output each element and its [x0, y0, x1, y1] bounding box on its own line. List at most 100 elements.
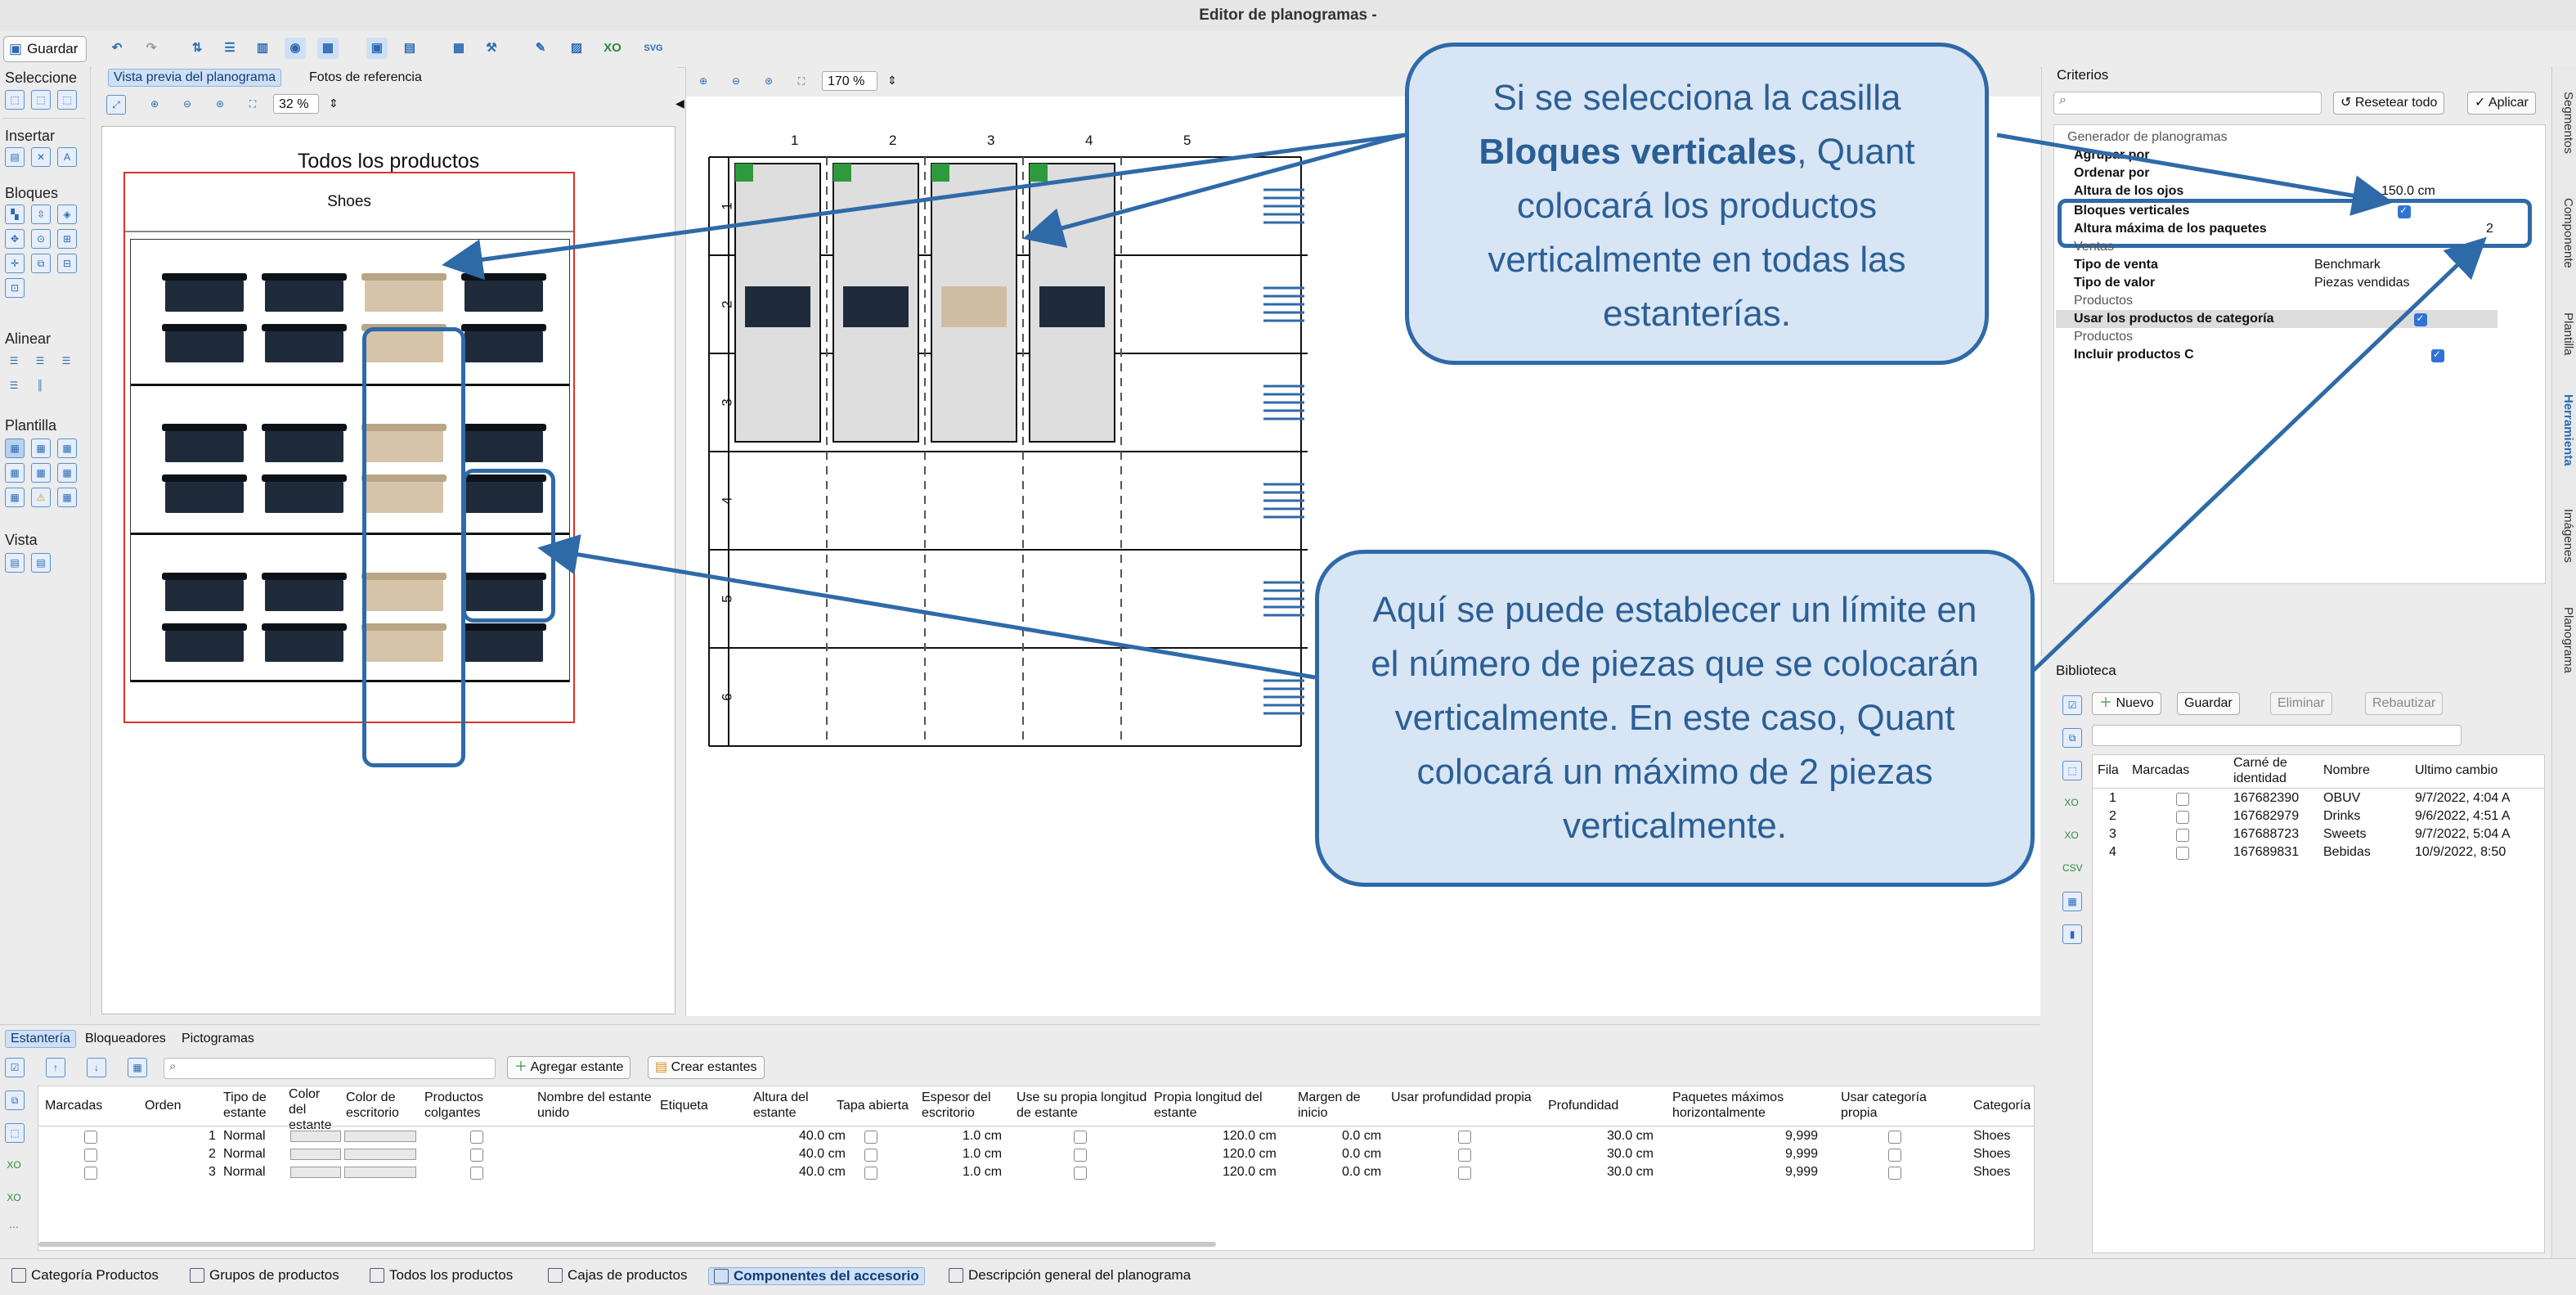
- preview-zoom-field[interactable]: 32 %: [273, 94, 319, 114]
- library-row[interactable]: 4 167689831 Bebidas 10/9/2022, 8:50: [2093, 845, 2544, 861]
- product-box[interactable]: [262, 424, 347, 462]
- tab-reference-photos[interactable]: Fotos de referencia: [309, 70, 422, 85]
- block-extra-icon[interactable]: ⊡: [5, 278, 25, 298]
- library-delete-button[interactable]: Eliminar: [2270, 692, 2332, 715]
- shelf-own-depth-checkbox[interactable]: [1458, 1131, 1471, 1144]
- product-box[interactable]: [262, 474, 347, 513]
- svg-export-icon[interactable]: SVG: [643, 38, 664, 59]
- shelf-color-swatch[interactable]: [290, 1131, 341, 1142]
- rows-icon[interactable]: ☰: [219, 38, 240, 59]
- create-shelves-button[interactable]: ▤ Crear estantes: [648, 1056, 765, 1079]
- align-columns-icon[interactable]: ║: [31, 376, 49, 394]
- use-category-products-checkbox[interactable]: [2414, 313, 2428, 326]
- criteria-row-label[interactable]: Agrupar por: [2074, 148, 2149, 163]
- desk-color-swatch[interactable]: [344, 1167, 416, 1178]
- tools-icon[interactable]: ⚒: [481, 38, 502, 59]
- criteria-row-value[interactable]: Piezas vendidas: [2314, 276, 2410, 290]
- bottom-tab-category[interactable]: Categoría Productos: [11, 1267, 159, 1284]
- shelf-side-icon-2[interactable]: ⧉: [5, 1090, 25, 1110]
- align-justify-icon[interactable]: ☰: [5, 376, 23, 394]
- block-copy-icon[interactable]: ⧉: [31, 254, 51, 273]
- shelf-row[interactable]: 2 Normal 40.0 cm 1.0 cm 120.0 cm 0.0 cm …: [38, 1147, 2034, 1163]
- criteria-row-label[interactable]: Bloques verticales: [2074, 204, 2189, 218]
- template-7-icon[interactable]: ▦: [5, 488, 25, 507]
- sidebar-tab-segmentos[interactable]: Segmentos: [2554, 92, 2575, 154]
- product-box[interactable]: [162, 573, 247, 611]
- tab-shelf[interactable]: Estantería: [5, 1030, 76, 1048]
- product-box[interactable]: [162, 273, 247, 312]
- block-stack-icon[interactable]: ⊟: [57, 254, 77, 273]
- shelf-row[interactable]: 3 Normal 40.0 cm 1.0 cm 120.0 cm 0.0 cm …: [38, 1165, 2034, 1181]
- library-row-checkbox[interactable]: [2176, 847, 2189, 860]
- tab-blockers[interactable]: Bloqueadores: [85, 1032, 166, 1046]
- product-box[interactable]: [162, 474, 247, 513]
- sidebar-tab-componente[interactable]: Componente: [2554, 198, 2575, 268]
- shelf-hanging-checkbox[interactable]: [470, 1167, 483, 1180]
- desk-color-swatch[interactable]: [344, 1149, 416, 1160]
- product-box[interactable]: [162, 623, 247, 662]
- template-3-icon[interactable]: ▦: [57, 438, 77, 458]
- shelf-own-length-checkbox[interactable]: [1074, 1131, 1087, 1144]
- select-all-icon[interactable]: ⬚: [57, 90, 77, 110]
- library-save-button[interactable]: Guardar: [2177, 692, 2240, 715]
- shelf-search-input[interactable]: ⌕: [164, 1058, 496, 1079]
- product-box[interactable]: [361, 273, 447, 312]
- library-icon-2[interactable]: ⧉: [2062, 728, 2082, 748]
- criteria-row-value[interactable]: 150.0 cm: [2381, 184, 2435, 199]
- align-right-icon[interactable]: ☰: [57, 352, 75, 370]
- criteria-row-label[interactable]: Usar los productos de categoría: [2074, 312, 2274, 326]
- sidebar-tab-plantilla[interactable]: Plantilla: [2554, 313, 2575, 356]
- product-box[interactable]: [461, 324, 546, 362]
- columns-icon[interactable]: ▥: [252, 38, 273, 59]
- image-icon[interactable]: ▨: [566, 38, 587, 59]
- bottom-tab-groups[interactable]: Grupos de productos: [190, 1267, 339, 1284]
- csv-icon[interactable]: CSV: [2062, 859, 2083, 877]
- shelf-row-checkbox[interactable]: [84, 1167, 97, 1180]
- insert-text-icon[interactable]: A: [57, 147, 77, 167]
- library-icon-3[interactable]: ⬚: [2062, 761, 2082, 780]
- criteria-row-label[interactable]: Tipo de valor: [2074, 276, 2155, 290]
- template-4-icon[interactable]: ▦: [5, 463, 25, 483]
- block-add-icon[interactable]: ✛: [5, 254, 25, 273]
- library-row-checkbox[interactable]: [2176, 811, 2189, 824]
- move-down-icon[interactable]: ↓: [87, 1058, 106, 1077]
- shelf-row-checkbox[interactable]: [84, 1131, 97, 1144]
- include-c-products-checkbox[interactable]: [2430, 348, 2444, 362]
- excel-icon[interactable]: XO: [602, 38, 623, 59]
- reset-all-button[interactable]: ↺ Resetear todo: [2333, 92, 2445, 115]
- excel-import-icon[interactable]: XO: [2062, 794, 2080, 812]
- block-merge-icon[interactable]: ⊞: [57, 229, 77, 249]
- shelf-own-category-checkbox[interactable]: [1888, 1131, 1901, 1144]
- zoom-reset-icon[interactable]: ⊛: [211, 95, 229, 113]
- shelf-row[interactable]: 1 Normal 40.0 cm 1.0 cm 120.0 cm 0.0 cm …: [38, 1129, 2034, 1145]
- table-icon[interactable]: ▦: [448, 38, 469, 59]
- add-shelf-button[interactable]: ＋ Agregar estante: [507, 1056, 631, 1079]
- grid-view-icon[interactable]: ▦: [317, 38, 339, 59]
- product-box[interactable]: [461, 424, 546, 462]
- vertical-blocks-checkbox[interactable]: [2398, 205, 2411, 218]
- tab-pictograms[interactable]: Pictogramas: [182, 1032, 254, 1046]
- library-icon-1[interactable]: ☑: [2062, 695, 2082, 715]
- library-rename-button[interactable]: Rebautizar: [2365, 692, 2444, 715]
- library-row-checkbox[interactable]: [2176, 793, 2189, 806]
- more-icon[interactable]: ⋯: [5, 1218, 23, 1236]
- shelf-hanging-checkbox[interactable]: [470, 1149, 483, 1162]
- undo-icon[interactable]: ↶: [106, 38, 128, 59]
- columns-config-icon[interactable]: ▦: [128, 1058, 147, 1077]
- sidebar-tab-planograma[interactable]: Planograma: [2554, 607, 2575, 673]
- criteria-row-label[interactable]: Altura máxima de los paquetes: [2074, 222, 2267, 236]
- criteria-row-value[interactable]: Benchmark: [2314, 258, 2381, 272]
- sort-icon[interactable]: ⇅: [186, 38, 208, 59]
- view-2-icon[interactable]: ▤: [31, 553, 51, 573]
- sidebar-tab-imagenes[interactable]: Imágenes: [2554, 509, 2575, 563]
- tab-preview[interactable]: Vista previa del planograma: [108, 69, 282, 87]
- warning-icon[interactable]: ⚠: [31, 488, 51, 507]
- shelf-own-category-checkbox[interactable]: [1888, 1149, 1901, 1162]
- planogram-grid[interactable]: [686, 67, 1308, 771]
- library-row-checkbox[interactable]: [2176, 829, 2189, 842]
- layout-icon[interactable]: ▣: [366, 38, 388, 59]
- shelf-own-depth-checkbox[interactable]: [1458, 1167, 1471, 1180]
- library-search-input[interactable]: [2092, 725, 2462, 746]
- shelf-icon[interactable]: ▤: [399, 38, 420, 59]
- criteria-row-label[interactable]: Altura de los ojos: [2074, 184, 2183, 199]
